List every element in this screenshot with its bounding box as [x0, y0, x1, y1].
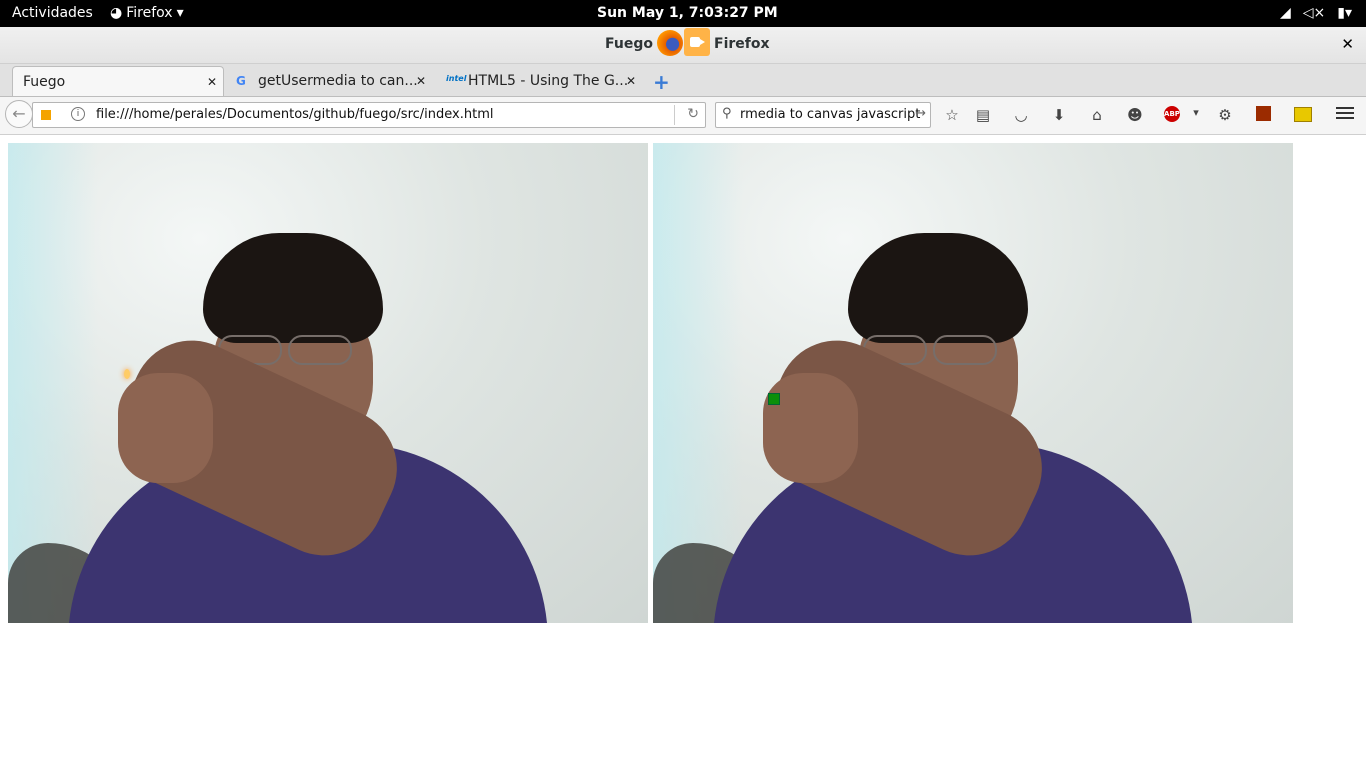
volume-muted-icon: ◁×	[1302, 5, 1326, 21]
search-bar[interactable]: ⚲ rmedia to canvas javascript →	[715, 102, 931, 128]
system-status-area[interactable]: ◢ ◁× ▮▾	[1280, 5, 1352, 21]
clock[interactable]: Sun May 1, 7:03:27 PM	[597, 5, 778, 21]
gnome-top-bar: Actividades ◕ Firefox ▾ Sun May 1, 7:03:…	[0, 0, 1366, 27]
firefox-logo-icon	[657, 30, 683, 56]
search-input[interactable]: rmedia to canvas javascript	[740, 107, 920, 122]
tab-label: Fuego	[23, 73, 66, 90]
search-icon: ⚲	[722, 106, 732, 121]
tab-fuego[interactable]: Fuego ✕	[12, 66, 224, 96]
dropdown-icon[interactable]: ▾	[1186, 106, 1206, 119]
lighter-flame	[124, 369, 130, 379]
bookmark-star-icon[interactable]: ☆	[942, 106, 962, 124]
navigation-toolbar: ← i file:///home/perales/Documentos/gith…	[0, 97, 1366, 135]
reading-list-icon[interactable]: ▤	[973, 106, 993, 124]
search-go-button[interactable]: →	[915, 106, 926, 121]
processed-canvas	[653, 143, 1293, 623]
window-title-app: Firefox	[714, 36, 770, 52]
window-title-bar: Fuego – Firefox ✕	[0, 27, 1366, 64]
firefox-small-icon: ◕	[110, 5, 123, 21]
url-bar-divider	[674, 105, 675, 125]
wifi-icon: ◢	[1279, 5, 1291, 21]
glasses-right-lens	[288, 335, 352, 365]
video-feed	[8, 143, 648, 623]
window-close-button[interactable]: ✕	[1341, 35, 1354, 53]
person-hair	[848, 233, 1028, 343]
camera-sharing-icon[interactable]	[684, 28, 710, 56]
tab-label: getUsermedia to can...	[258, 73, 418, 89]
app-menu-label: Firefox	[126, 5, 173, 21]
camera-permission-icon[interactable]	[41, 110, 51, 120]
window-title-prefix: Fuego –	[605, 36, 665, 52]
menu-icon[interactable]	[1336, 104, 1354, 122]
activities-button[interactable]: Actividades	[12, 5, 93, 21]
yellow-extension-icon[interactable]	[1294, 107, 1312, 122]
pocket-icon[interactable]: ◡	[1011, 106, 1031, 124]
tab-html5-intel[interactable]: intel HTML5 - Using The G... ✕	[436, 66, 642, 96]
chevron-down-icon: ▾	[176, 5, 184, 21]
reload-button[interactable]: ↻	[687, 106, 699, 122]
new-tab-button[interactable]: +	[653, 70, 670, 94]
emoji-icon[interactable]: ☻	[1125, 106, 1145, 124]
battery-icon: ▮▾	[1337, 5, 1352, 21]
tab-close-icon[interactable]: ✕	[416, 74, 426, 88]
glasses-right-lens	[933, 335, 997, 365]
intel-icon: intel	[446, 74, 467, 83]
google-icon: G	[236, 74, 246, 88]
person-hand-with-lighter	[763, 373, 858, 483]
extension-icon[interactable]: ⚙	[1215, 106, 1235, 124]
url-bar[interactable]: i file:///home/perales/Documentos/github…	[32, 102, 706, 128]
back-button[interactable]: ←	[5, 100, 33, 128]
person-hair	[203, 233, 383, 343]
home-icon[interactable]: ⌂	[1087, 106, 1107, 124]
tab-close-icon[interactable]: ✕	[207, 75, 217, 89]
square-extension-icon[interactable]	[1256, 106, 1271, 121]
url-text[interactable]: file:///home/perales/Documentos/github/f…	[96, 107, 493, 122]
tab-close-icon[interactable]: ✕	[626, 74, 636, 88]
fire-detection-marker	[768, 393, 780, 405]
person-hand-with-lighter	[118, 373, 213, 483]
adblock-plus-icon[interactable]: ABP	[1164, 106, 1180, 122]
tab-getusermedia[interactable]: G getUsermedia to can... ✕	[226, 66, 432, 96]
app-menu-button[interactable]: ◕ Firefox ▾	[110, 5, 184, 21]
site-info-icon[interactable]: i	[71, 107, 85, 121]
tab-label: HTML5 - Using The G...	[468, 73, 629, 89]
downloads-icon[interactable]: ⬇	[1049, 106, 1069, 124]
